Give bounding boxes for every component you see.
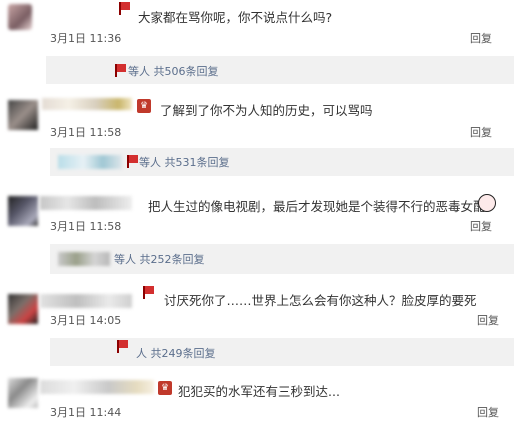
username-mosaic[interactable] [40,380,154,394]
reply-count[interactable]: 等人 共506条回复 [128,63,219,79]
comment-2: ♛ 了解到了你不为人知的历史，可以骂吗 3月1日 11:58 回复 等人 共53… [0,90,518,180]
reply-button[interactable]: 回复 [470,124,492,140]
comment-time: 3月1日 11:58 [50,126,122,139]
reply-summary-bar[interactable]: 等人 共506条回复 [46,56,514,84]
reply-summary-bar[interactable]: 人 共249条回复 [50,338,514,366]
comment-1: 大家都在骂你呢，你不说点什么吗? 3月1日 11:36 回复 等人 共506条回… [0,0,518,90]
username-mosaic[interactable] [40,294,132,308]
avatar[interactable] [8,294,38,324]
comment-time: 3月1日 11:36 [50,32,122,45]
reply-count[interactable]: 人 共249条回复 [136,345,216,361]
comment-text: 把人生过的像电视剧，最后才发现她是个装得不行的恶毒女配 [148,199,486,214]
reply-count[interactable]: 等人 共531条回复 [139,154,230,170]
flag-icon [143,286,154,299]
reply-button[interactable]: 回复 [470,30,492,46]
reply-button[interactable]: 回复 [477,312,499,328]
comment-5: ♛ 犯犯买的水军还有三秒到达... 3月1日 11:44 回复 [0,370,518,422]
username-mosaic[interactable] [40,196,132,210]
comment-3: 把人生过的像电视剧，最后才发现她是个装得不行的恶毒女配 3月1日 11:58 回… [0,180,518,280]
comment-text: 讨厌死你了……世界上怎么会有你这种人？脸皮厚的要死 [164,293,477,308]
flag-icon [115,64,126,77]
reply-avatars-mosaic [58,155,122,169]
comment-4: 讨厌死你了……世界上怎么会有你这种人？脸皮厚的要死 3月1日 14:05 回复 … [0,280,518,370]
vip-badge-icon: ♛ [137,99,151,113]
comment-time: 3月1日 11:58 [50,220,122,233]
comment-text: 了解到了你不为人知的历史，可以骂吗 [160,103,373,118]
comment-time: 3月1日 11:44 [50,406,122,419]
flag-icon [119,2,130,15]
comment-text: 犯犯买的水军还有三秒到达... [178,384,340,399]
avatar[interactable] [8,100,38,130]
emoji-icon [478,194,496,212]
avatar[interactable] [8,196,38,226]
avatar[interactable] [8,378,38,408]
flag-icon [127,155,138,168]
avatar[interactable] [8,4,32,30]
reply-count[interactable]: 等人 共252条回复 [114,251,205,267]
reply-button[interactable]: 回复 [470,218,492,234]
comment-time: 3月1日 14:05 [50,314,122,327]
vip-badge-icon: ♛ [158,381,172,395]
reply-summary-bar[interactable]: 等人 共252条回复 [50,244,514,274]
reply-summary-bar[interactable]: 等人 共531条回复 [50,148,514,176]
comment-text: 大家都在骂你呢，你不说点什么吗? [138,10,333,25]
username-mosaic[interactable] [42,98,132,110]
reply-button[interactable]: 回复 [477,404,499,420]
flag-icon [117,340,128,353]
reply-avatars-mosaic [58,252,110,266]
